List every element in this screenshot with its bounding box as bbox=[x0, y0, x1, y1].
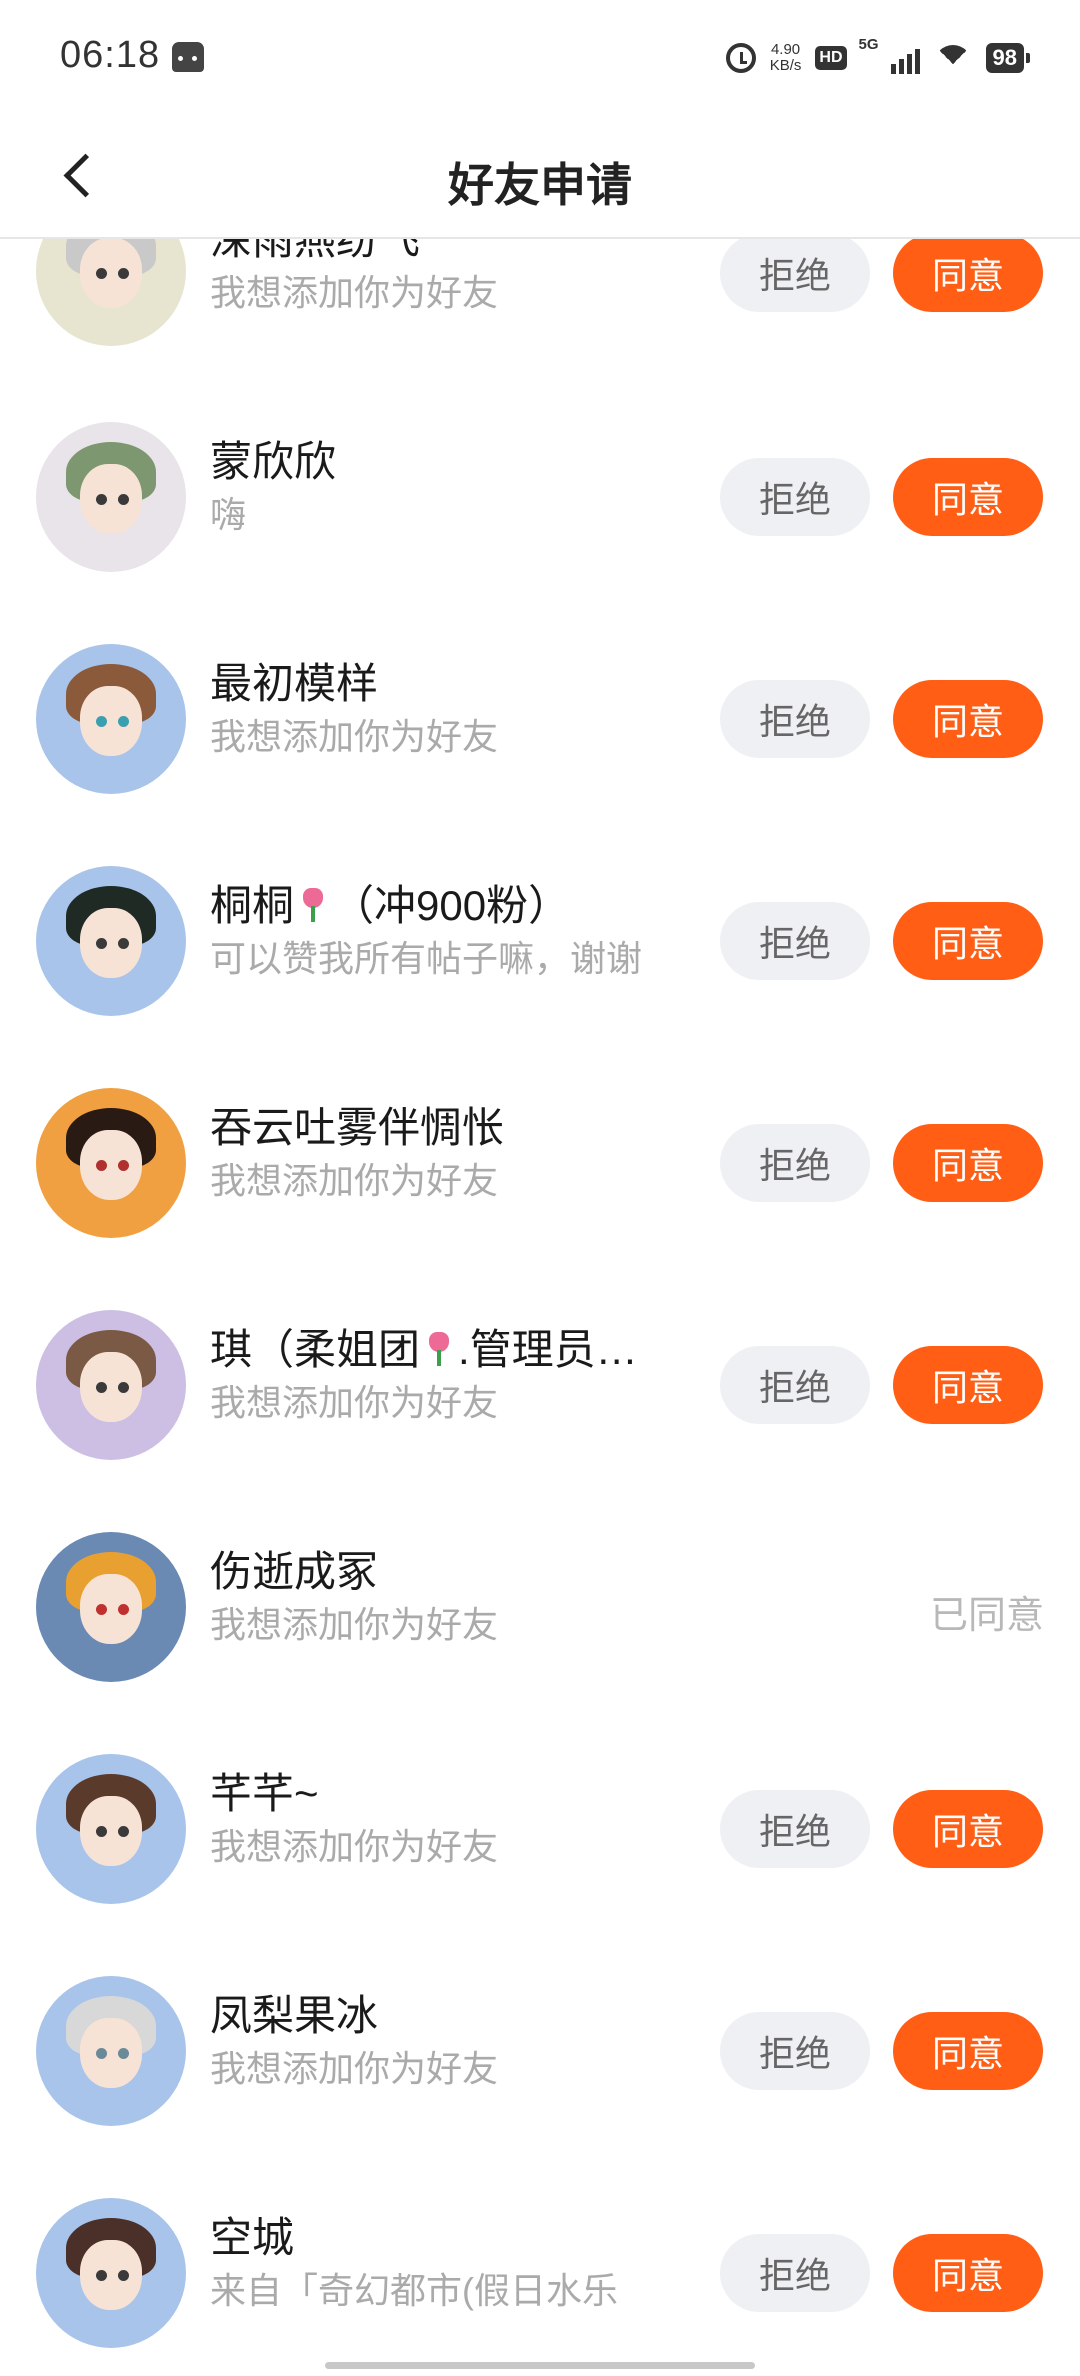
avatar[interactable] bbox=[36, 866, 186, 1016]
list-item: 琪（柔姐团 .管理员… 我想添加你为好友 拒绝 同意 bbox=[0, 1274, 1080, 1496]
accept-button[interactable]: 同意 bbox=[893, 680, 1043, 758]
network-speed: 4.90 KB/s bbox=[770, 42, 802, 74]
request-message: 我想添加你为好友 bbox=[210, 2048, 499, 2089]
request-message: 嗨 bbox=[210, 494, 247, 535]
accept-button[interactable]: 同意 bbox=[893, 1346, 1043, 1424]
requester-name: 蒙欣欣 bbox=[210, 438, 337, 485]
reject-button[interactable]: 拒绝 bbox=[720, 1790, 870, 1868]
tulip-icon bbox=[424, 1332, 454, 1366]
avatar[interactable] bbox=[36, 2198, 186, 2348]
avatar[interactable] bbox=[36, 1754, 186, 1904]
reject-button[interactable]: 拒绝 bbox=[720, 2234, 870, 2312]
wifi-icon bbox=[933, 43, 972, 73]
avatar[interactable] bbox=[36, 422, 186, 572]
net-speed-value: 4.90 bbox=[770, 41, 801, 58]
accept-button[interactable]: 同意 bbox=[893, 1124, 1043, 1202]
net-speed-unit: KB/s bbox=[769, 57, 802, 74]
accepted-status: 已同意 bbox=[929, 1595, 1044, 1637]
requester-name: 桐桐 （冲900粉） bbox=[210, 872, 690, 933]
requester-name: 琪（柔姐团 .管理员… bbox=[210, 1316, 690, 1377]
accept-button[interactable]: 同意 bbox=[893, 2012, 1043, 2090]
requester-name: 空城 bbox=[210, 2214, 295, 2261]
reject-button[interactable]: 拒绝 bbox=[720, 902, 870, 980]
battery-icon: 98 bbox=[985, 43, 1031, 73]
avatar[interactable] bbox=[36, 239, 186, 346]
reject-button[interactable]: 拒绝 bbox=[720, 458, 870, 536]
status-time: 06:18 bbox=[60, 34, 161, 76]
list-item: 芊芊~ 我想添加你为好友 拒绝 同意 bbox=[0, 1718, 1080, 1940]
request-message: 我想添加你为好友 bbox=[210, 1382, 499, 1423]
signal-icon: 5G bbox=[859, 36, 920, 74]
avatar[interactable] bbox=[36, 1976, 186, 2126]
list-item: 伤逝成冢 我想添加你为好友 已同意 bbox=[0, 1496, 1080, 1718]
accept-button[interactable]: 同意 bbox=[893, 902, 1043, 980]
list-item: 蒙欣欣 嗨 拒绝 同意 bbox=[0, 386, 1080, 608]
app-notification-icon bbox=[172, 42, 204, 72]
reject-button[interactable]: 拒绝 bbox=[720, 1346, 870, 1424]
accept-button[interactable]: 同意 bbox=[893, 239, 1043, 312]
accept-button[interactable]: 同意 bbox=[893, 1790, 1043, 1868]
requester-name: 伤逝成冢 bbox=[210, 1548, 379, 1595]
accept-button[interactable]: 同意 bbox=[893, 2234, 1043, 2312]
list-item: 深雨燕纷飞 我想添加你为好友 拒绝 同意 bbox=[0, 239, 1080, 386]
request-message: 我想添加你为好友 bbox=[210, 1826, 499, 1867]
avatar[interactable] bbox=[36, 644, 186, 794]
friend-request-list[interactable]: 深雨燕纷飞 我想添加你为好友 拒绝 同意 蒙欣欣 嗨 拒绝 同意 最初模样 我想… bbox=[0, 239, 1080, 2376]
network-type: 5G bbox=[858, 36, 879, 53]
accept-button[interactable]: 同意 bbox=[893, 458, 1043, 536]
list-item: 最初模样 我想添加你为好友 拒绝 同意 bbox=[0, 608, 1080, 830]
status-icons: 4.90 KB/s HD 5G 98 bbox=[725, 36, 1031, 80]
avatar[interactable] bbox=[36, 1532, 186, 1682]
requester-name: 凤梨果冰 bbox=[210, 1992, 379, 2039]
list-item: 空城 来自「奇幻都市(假日水乐 拒绝 同意 bbox=[0, 2162, 1080, 2376]
tulip-icon bbox=[298, 888, 328, 922]
requester-name-part: .管理员… bbox=[458, 1326, 638, 1373]
reject-button[interactable]: 拒绝 bbox=[720, 239, 870, 312]
reject-button[interactable]: 拒绝 bbox=[720, 2012, 870, 2090]
list-item: 凤梨果冰 我想添加你为好友 拒绝 同意 bbox=[0, 1940, 1080, 2162]
nav-bar: 好友申请 bbox=[0, 115, 1080, 239]
status-bar: 06:18 4.90 KB/s HD 5G 98 bbox=[0, 0, 1080, 115]
reject-button[interactable]: 拒绝 bbox=[720, 1124, 870, 1202]
request-message: 我想添加你为好友 bbox=[210, 272, 499, 313]
requester-name-part: （冲900粉） bbox=[332, 882, 571, 929]
reject-button[interactable]: 拒绝 bbox=[720, 680, 870, 758]
hd-icon: HD bbox=[815, 46, 847, 70]
request-message: 我想添加你为好友 bbox=[210, 716, 499, 757]
list-item: 吞云吐雾伴惆怅 我想添加你为好友 拒绝 同意 bbox=[0, 1052, 1080, 1274]
requester-name: 最初模样 bbox=[210, 660, 379, 707]
requester-name: 深雨燕纷飞 bbox=[210, 239, 421, 263]
requester-name: 吞云吐雾伴惆怅 bbox=[210, 1104, 505, 1151]
request-message: 可以赞我所有帖子嘛，谢谢 bbox=[210, 938, 643, 979]
list-item: 桐桐 （冲900粉） 可以赞我所有帖子嘛，谢谢 拒绝 同意 bbox=[0, 830, 1080, 1052]
requester-name-part: 琪（柔姐团 bbox=[210, 1326, 421, 1373]
alarm-icon bbox=[725, 43, 756, 73]
request-message: 来自「奇幻都市(假日水乐 bbox=[210, 2270, 618, 2311]
request-message: 我想添加你为好友 bbox=[210, 1160, 499, 1201]
avatar[interactable] bbox=[36, 1310, 186, 1460]
page-title: 好友申请 bbox=[448, 159, 632, 211]
home-indicator[interactable] bbox=[325, 2362, 755, 2369]
avatar[interactable] bbox=[36, 1088, 186, 1238]
requester-name-part: 桐桐 bbox=[210, 882, 295, 929]
request-message: 我想添加你为好友 bbox=[210, 1604, 499, 1645]
requester-name: 芊芊~ bbox=[210, 1770, 319, 1817]
